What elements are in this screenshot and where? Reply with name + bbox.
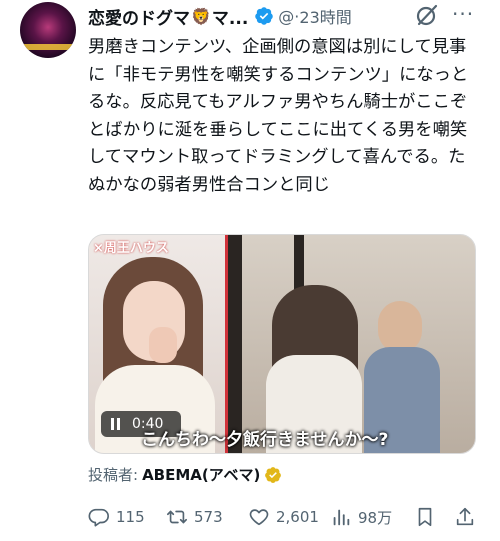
- poster-name[interactable]: ABEMA(アベマ): [142, 464, 260, 485]
- author-avatar[interactable]: [20, 2, 76, 58]
- repost-button[interactable]: 573: [166, 506, 223, 528]
- more-options-icon[interactable]: ···: [452, 2, 474, 26]
- reply-button[interactable]: 115: [88, 506, 145, 528]
- share-icon[interactable]: [454, 506, 476, 528]
- man-head: [378, 301, 422, 353]
- video-right-panel: [228, 235, 475, 453]
- pillar: [228, 235, 242, 453]
- views-chart-icon: [333, 509, 350, 526]
- like-button[interactable]: 2,601: [248, 506, 319, 528]
- post-text: 男磨きコンテンツ、企画側の意図は別にして見事に「非モテ男性を嘲笑するコンテンツ」…: [88, 37, 469, 195]
- show-logo: ×周王ハウス: [93, 241, 169, 256]
- repost-icon: [167, 510, 187, 524]
- video-media[interactable]: ×周王ハウス 0:40 こんちわ～夕飯行きませんか～?: [88, 234, 476, 454]
- gold-verified-badge-icon: [265, 466, 282, 483]
- bookmark-icon[interactable]: [414, 506, 436, 528]
- views-count: 98万: [358, 508, 393, 527]
- author-handle[interactable]: @·: [278, 7, 299, 26]
- author-name-truncated[interactable]: マ...: [212, 4, 248, 29]
- views-button[interactable]: 98万: [330, 506, 392, 528]
- heart-icon: [249, 509, 269, 526]
- pause-icon[interactable]: [111, 418, 120, 430]
- post-header: 恋愛のドグマ 🦁 マ... @· 23時間: [88, 4, 352, 29]
- poster-label: 投稿者:: [88, 466, 139, 484]
- action-bar: 115 573 2,601 98万: [88, 506, 488, 532]
- woman-hand: [149, 327, 177, 363]
- author-name[interactable]: 恋愛のドグマ: [88, 4, 190, 29]
- post-time[interactable]: 23時間: [299, 4, 351, 28]
- avatar-band: [20, 44, 76, 50]
- like-count: 2,601: [276, 508, 319, 526]
- verified-badge-icon: [255, 7, 274, 25]
- video-caption: こんちわ～夕飯行きませんか～?: [141, 430, 389, 450]
- reply-count: 115: [116, 508, 145, 526]
- lion-emoji-icon: 🦁: [191, 6, 211, 26]
- poster-attribution: 投稿者: ABEMA(アベマ): [88, 464, 282, 485]
- repost-count: 573: [194, 508, 223, 526]
- grok-icon[interactable]: [414, 2, 440, 28]
- reply-icon: [88, 508, 109, 527]
